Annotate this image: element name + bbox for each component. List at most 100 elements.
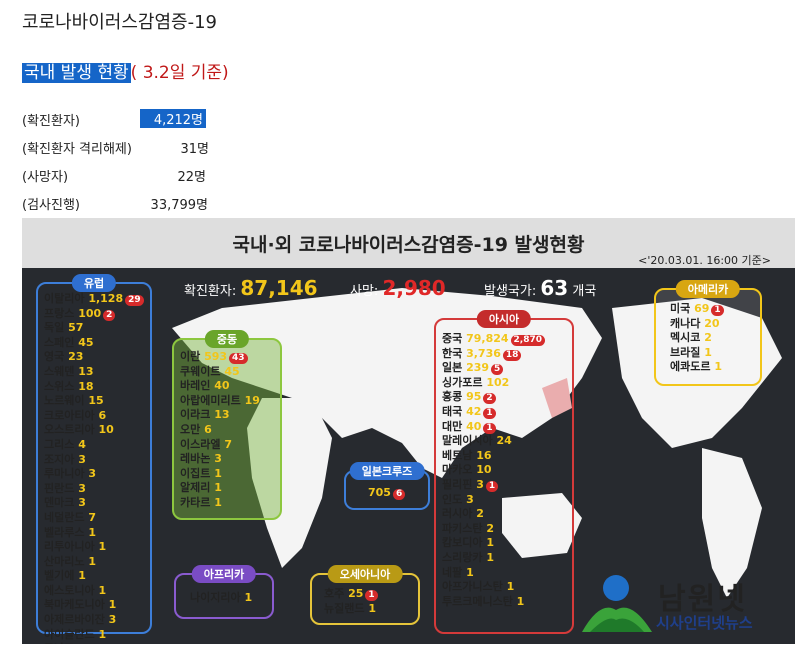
case-count: 1 [714, 360, 722, 374]
country-entry: 브라질 1 [670, 346, 724, 361]
case-count: 3 [78, 452, 86, 466]
death-count-badge: 2 [103, 309, 116, 321]
country-entry: 네덜란드 7 [44, 511, 144, 526]
country-entry: 그리스 4 [44, 438, 144, 453]
death-count-badge: 6 [392, 489, 406, 500]
country-entry: 독일 57 [44, 321, 144, 336]
country-entry: 노르웨이 15 [44, 394, 144, 409]
case-count: 1 [88, 525, 96, 539]
country-entry: 이탈리아 1,128 29 [44, 292, 144, 307]
country-name: 스웨덴 [44, 364, 79, 378]
country-name: 태국 [442, 404, 467, 418]
case-count: 1 [78, 642, 86, 644]
country-name: 아프가니스탄 [442, 580, 507, 594]
country-name: 바레인 [180, 379, 215, 393]
country-name: 브라질 [670, 345, 705, 359]
case-count: 2 [476, 507, 484, 521]
death-count-badge: 1 [483, 407, 496, 419]
case-count: 10 [98, 423, 114, 437]
country-name: 이란 [180, 350, 205, 363]
country-name: 에콰도르 [670, 360, 715, 374]
total-countries: 발생국가: 63 개국 [484, 276, 596, 300]
country-entry: 파키스탄 2 [442, 522, 545, 537]
country-entry: 크로아티아 6 [44, 409, 144, 424]
death-count-badge: 1 [711, 305, 724, 316]
country-name: 레바논 [180, 452, 215, 466]
region-americas-label: 아메리카 [675, 280, 741, 298]
country-entry: 필리핀 31 [442, 478, 545, 493]
country-entry: 바레인 40 [180, 379, 260, 394]
country-entry: 핀란드 3 [44, 482, 144, 497]
country-name: 호주 [324, 587, 349, 600]
case-count: 1 [78, 569, 86, 583]
country-entry: 벨라루스 1 [44, 526, 144, 541]
region-list: 이란 593 43 쿠웨이트 45 바레인 40 아랍에미리트 19 이라크 13 오만 6… [180, 350, 260, 511]
stat-value-deaths: 22명 [177, 170, 206, 185]
case-count: 1 [244, 591, 253, 604]
stat-label-testing: (검사진행) [22, 198, 80, 213]
death-count-badge: 2 [483, 393, 496, 405]
subtitle-date: ( 3.2일 기준) [130, 63, 229, 83]
region-list: 미국 69 1 캐나다 20 멕시코 2 브라질 1 에콰도르 1 [670, 302, 724, 375]
country-entry: 중국 79,824 2,870 [442, 332, 545, 347]
case-count: 2 [704, 331, 712, 345]
country-name: 캐나다 [670, 316, 705, 330]
country-name: 이집트 [180, 466, 215, 480]
country-entry: 산마리노 1 [44, 555, 144, 570]
death-count-badge: 18 [502, 349, 522, 361]
stat-label-confirmed: (확진환자) [22, 114, 80, 129]
total-countries-unit: 개국 [572, 284, 597, 299]
country-name: 덴마크 [44, 496, 79, 510]
country-name: 마카오 [442, 463, 477, 477]
country-entry: 호주 25 1 [324, 587, 378, 602]
country-name: 네팔 [442, 565, 467, 579]
country-entry: 나이지리아 1 [190, 591, 252, 606]
case-count: 1,128 [88, 292, 124, 305]
country-entry: 마카오 10 [442, 463, 545, 478]
country-name: 투르크메니스탄 [442, 594, 517, 608]
country-entry: 이집트 1 [180, 467, 260, 482]
country-name: 베트남 [442, 448, 477, 462]
country-name: 아이슬란드 [44, 627, 99, 641]
country-name: 나이지리아 [190, 591, 245, 604]
case-count: 3 [78, 481, 86, 495]
country-name: 이탈리아 [44, 292, 89, 305]
country-name: 중국 [442, 332, 467, 345]
country-entry: 벨기에 1 [44, 569, 144, 584]
case-count: 7 [224, 437, 232, 451]
death-count-badge: 1 [483, 422, 496, 434]
country-entry: 아제르바이잔 3 [44, 613, 144, 628]
country-name: 리투아니아 [44, 540, 99, 554]
region-europe-label: 유럽 [71, 274, 117, 292]
country-entry: 모나코 1 [44, 642, 144, 644]
total-confirmed-label: 확진환자: [184, 284, 237, 299]
case-count: 1 [214, 481, 222, 495]
country-name: 오만 [180, 422, 205, 436]
country-name: 프랑스 [44, 306, 79, 320]
case-count: 3 [88, 467, 96, 481]
case-count: 705 [368, 486, 391, 499]
case-count: 18 [78, 379, 94, 393]
country-name: 영국 [44, 350, 69, 364]
country-name: 핀란드 [44, 481, 79, 495]
country-entry: 쿠웨이트 45 [180, 365, 260, 380]
country-name: 스페인 [44, 335, 79, 349]
total-deaths-label: 사망: [350, 284, 379, 299]
country-name: 홍콩 [442, 390, 467, 404]
case-count: 1 [368, 601, 376, 615]
country-name: 산마리노 [44, 554, 89, 568]
country-name: 오스트리아 [44, 423, 99, 437]
country-name: 크로아티아 [44, 408, 99, 422]
country-entry: 투르크메니스탄 1 [442, 595, 545, 610]
country-entry: 아랍에미리트 19 [180, 394, 260, 409]
case-count: 3 [78, 496, 86, 510]
case-count: 1 [506, 580, 515, 594]
country-name: 캄보디아 [442, 536, 487, 550]
case-count: 1 [516, 594, 525, 608]
country-entry: 북마케도니아 1 [44, 598, 144, 613]
country-name: 뉴질랜드 [324, 601, 369, 615]
infographic-header: 국내·외 코로나바이러스감염증-19 발생현황 <'20.03.01. 16:0… [22, 218, 795, 268]
country-name: 필리핀 [442, 477, 477, 491]
case-count: 13 [78, 364, 94, 378]
country-name: 벨기에 [44, 569, 79, 583]
